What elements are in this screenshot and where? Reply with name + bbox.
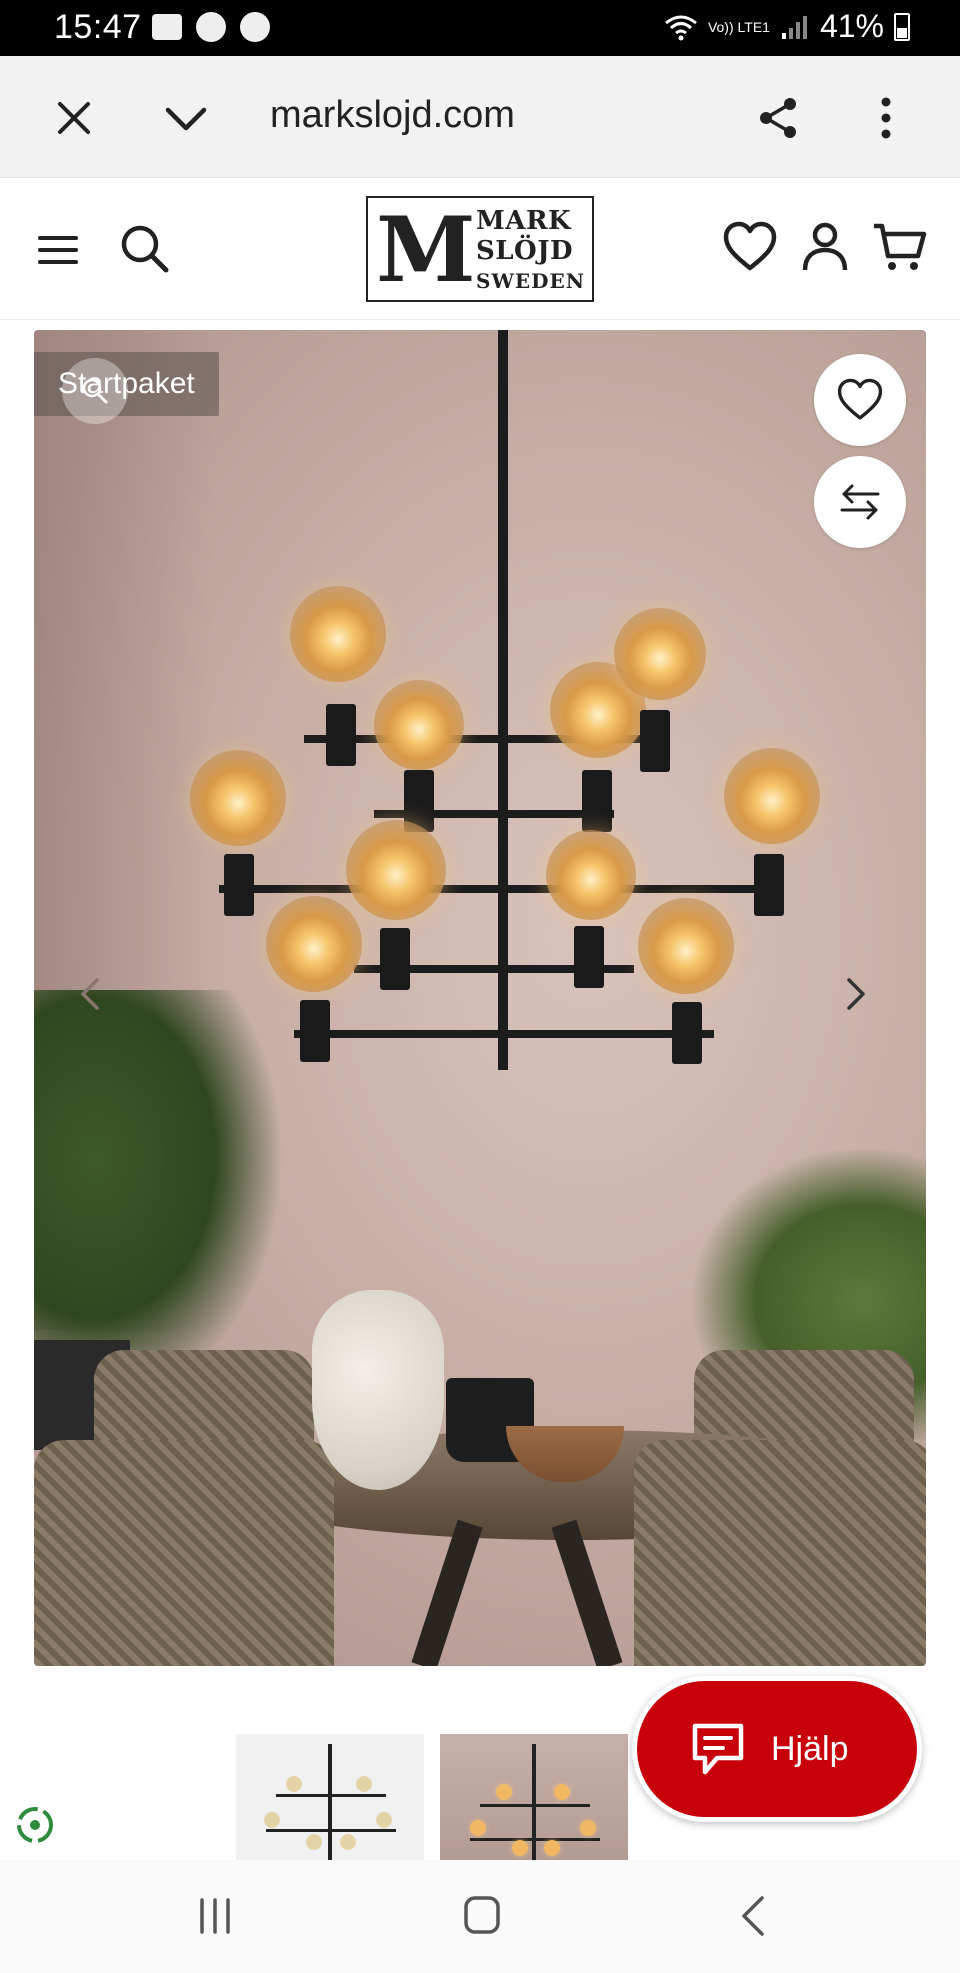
bulb bbox=[546, 830, 636, 920]
bulb-socket bbox=[224, 854, 254, 916]
spotify-icon bbox=[240, 12, 270, 42]
thumbnail-arm bbox=[470, 1838, 600, 1841]
thumbnail-bulb bbox=[286, 1776, 302, 1792]
signal-icon bbox=[781, 15, 807, 39]
bulb-socket bbox=[326, 704, 356, 766]
thumbnail-1[interactable] bbox=[236, 1734, 424, 1860]
help-chat-button[interactable]: Hjälp bbox=[632, 1676, 922, 1822]
recycle-badge[interactable] bbox=[0, 1790, 70, 1860]
messenger-icon bbox=[196, 12, 226, 42]
cart-icon[interactable] bbox=[872, 220, 928, 274]
bulb bbox=[190, 750, 286, 846]
menu-icon[interactable] bbox=[36, 230, 80, 270]
battery-percent: 41% bbox=[819, 8, 884, 44]
browser-toolbar: markslojd.com bbox=[0, 56, 960, 178]
bulb bbox=[614, 608, 706, 700]
share-icon[interactable] bbox=[756, 94, 800, 142]
table-leg bbox=[411, 1519, 483, 1666]
thumbnail-2[interactable] bbox=[440, 1734, 628, 1860]
thumbnail-bulb bbox=[376, 1812, 392, 1828]
thumbnail-bulb bbox=[580, 1820, 596, 1836]
table-leg bbox=[551, 1519, 623, 1666]
bulb-socket bbox=[754, 854, 784, 916]
zoom-button[interactable] bbox=[62, 358, 128, 424]
zoom-icon bbox=[82, 378, 108, 404]
bulb bbox=[724, 748, 820, 844]
network-label: Vo)) LTE1 bbox=[707, 18, 770, 35]
logo-initial: M bbox=[376, 197, 476, 303]
search-icon[interactable] bbox=[118, 222, 172, 276]
chandelier-rod bbox=[498, 330, 508, 1070]
thumbnail-bulb bbox=[496, 1784, 512, 1800]
chair bbox=[634, 1440, 926, 1666]
logo-line-2: SLÖJD bbox=[476, 236, 574, 266]
logo-line-3: SWEDEN bbox=[476, 269, 586, 293]
thumbnail-bulb bbox=[306, 1834, 322, 1850]
thumbnail-arm bbox=[276, 1794, 386, 1797]
close-icon[interactable] bbox=[52, 96, 96, 140]
home-icon[interactable] bbox=[462, 1894, 502, 1936]
product-image[interactable]: Startpaket bbox=[34, 330, 926, 1666]
battery-icon bbox=[894, 12, 910, 41]
thumbnail-chandelier bbox=[328, 1744, 332, 1860]
logo-line-1: MARK bbox=[476, 206, 572, 236]
thumbnail-bulb bbox=[340, 1834, 356, 1850]
message-icon bbox=[152, 14, 182, 40]
thumbnail-arm bbox=[480, 1804, 590, 1807]
chevron-left-icon bbox=[81, 978, 99, 1010]
thumbnail-bulb bbox=[554, 1784, 570, 1800]
heart-icon bbox=[837, 378, 883, 420]
thumbnail-bulb bbox=[356, 1776, 372, 1792]
recent-apps-icon[interactable] bbox=[196, 1896, 234, 1936]
back-icon[interactable] bbox=[738, 1894, 768, 1938]
wifi-icon bbox=[665, 15, 697, 40]
next-image-button[interactable] bbox=[836, 964, 876, 1024]
bulb bbox=[266, 896, 362, 992]
status-bar: 15:47 Vo)) LTE1 41% bbox=[0, 0, 960, 56]
bulb-socket bbox=[574, 926, 604, 988]
previous-image-button[interactable] bbox=[70, 964, 110, 1024]
chandelier-arm bbox=[294, 1030, 714, 1038]
bulb bbox=[346, 820, 446, 920]
bulb bbox=[290, 586, 386, 682]
bulb-socket bbox=[672, 1002, 702, 1064]
chat-icon bbox=[692, 1723, 744, 1775]
thumbnail-bulb bbox=[470, 1820, 486, 1836]
system-nav-bar bbox=[0, 1860, 960, 1973]
compare-button[interactable] bbox=[814, 456, 906, 548]
thumbnail-bulb bbox=[264, 1812, 280, 1828]
notification-icons bbox=[152, 12, 270, 42]
bulb bbox=[638, 898, 734, 994]
thumbnail-bulb bbox=[544, 1840, 560, 1856]
bulb-socket bbox=[300, 1000, 330, 1062]
chandelier-arm bbox=[219, 885, 779, 893]
chair bbox=[34, 1440, 334, 1666]
status-time: 15:47 bbox=[54, 8, 142, 46]
site-header: M MARK SLÖJD SWEDEN bbox=[0, 178, 960, 320]
chevron-right-icon bbox=[847, 978, 865, 1010]
url-text[interactable]: markslojd.com bbox=[270, 94, 515, 137]
bulb-socket bbox=[380, 928, 410, 990]
help-label: Hjälp bbox=[771, 1729, 849, 1768]
recycle-icon bbox=[17, 1807, 53, 1843]
add-to-favorites-button[interactable] bbox=[814, 354, 906, 446]
thumbnail-bulb bbox=[512, 1840, 528, 1856]
vase bbox=[312, 1290, 444, 1490]
compare-arrows-icon bbox=[840, 484, 880, 520]
wishlist-heart-icon[interactable] bbox=[722, 220, 778, 274]
account-icon[interactable] bbox=[800, 220, 850, 274]
site-logo[interactable]: M MARK SLÖJD SWEDEN bbox=[366, 196, 594, 302]
status-right: Vo)) LTE1 41% bbox=[664, 8, 910, 45]
bulb bbox=[374, 680, 464, 770]
bulb-socket bbox=[640, 710, 670, 772]
thumbnail-arm bbox=[266, 1829, 396, 1832]
bulb-socket bbox=[582, 770, 612, 832]
chevron-down-icon[interactable] bbox=[162, 98, 210, 138]
thumbnail-chandelier bbox=[532, 1744, 536, 1860]
more-options-icon[interactable] bbox=[868, 94, 904, 142]
logo-text: MARK SLÖJD SWEDEN bbox=[476, 206, 585, 296]
